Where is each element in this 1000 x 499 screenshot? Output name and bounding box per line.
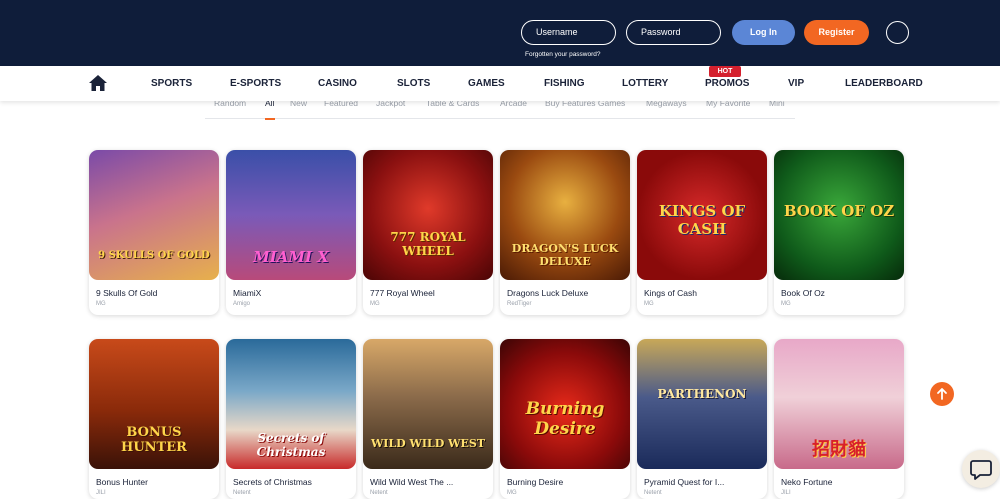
game-card-777-royal-wheel[interactable]: 777 ROYAL WHEEL 777 Royal Wheel MG <box>363 150 493 315</box>
game-provider: Netent <box>370 490 388 496</box>
game-thumbnail[interactable]: BOOK OF OZ <box>774 150 904 280</box>
game-card-wild-wild-west[interactable]: WILD WILD WEST Wild Wild West The ... Ne… <box>363 339 493 499</box>
game-title: 777 Royal Wheel <box>370 288 435 298</box>
game-provider: MG <box>781 301 791 307</box>
game-card-book-of-oz[interactable]: BOOK OF OZ Book Of Oz MG <box>774 150 904 315</box>
home-icon[interactable] <box>89 75 107 91</box>
game-art-title: 9 SKULLS OF GOLD <box>98 250 210 261</box>
game-thumbnail[interactable]: 招財貓 <box>774 339 904 469</box>
game-card-secrets-of-christmas[interactable]: Secrets of Christmas Secrets of Christma… <box>226 339 356 499</box>
game-title: MiamiX <box>233 288 262 298</box>
nav-fishing[interactable]: FISHING <box>544 66 585 101</box>
active-tab-indicator <box>265 118 275 120</box>
game-provider: JILI <box>781 490 791 496</box>
game-title: Pyramid Quest for I... <box>644 477 725 487</box>
live-chat-button[interactable] <box>962 450 1000 488</box>
game-art-title: BOOK OF OZ <box>783 202 895 220</box>
chat-icon <box>970 460 992 480</box>
nav-slots[interactable]: SLOTS <box>397 66 430 101</box>
game-thumbnail[interactable]: MIAMI X <box>226 150 356 280</box>
nav-games[interactable]: GAMES <box>468 66 505 101</box>
game-provider: MG <box>507 490 517 496</box>
game-provider: MG <box>644 301 654 307</box>
game-title: Secrets of Christmas <box>233 477 312 487</box>
game-title: Neko Fortune <box>781 477 833 487</box>
password-input[interactable]: Password <box>626 20 721 45</box>
nav-leaderboard[interactable]: LEADERBOARD <box>845 66 923 101</box>
game-title: 9 Skulls Of Gold <box>96 288 158 298</box>
arrow-up-icon <box>937 388 947 400</box>
game-art-title: 777 ROYAL WHEEL <box>390 230 466 258</box>
game-art-title: MIAMI X <box>253 248 329 266</box>
nav-lottery[interactable]: LOTTERY <box>622 66 668 101</box>
top-header: Username Password Log In Register Forgot… <box>0 0 1000 66</box>
game-thumbnail[interactable]: Burning Desire <box>500 339 630 469</box>
game-thumbnail[interactable]: PARTHENON <box>637 339 767 469</box>
game-art-title: BONUS HUNTER <box>121 425 187 455</box>
language-selector-button[interactable] <box>886 21 909 44</box>
game-provider: Amigo <box>233 301 251 307</box>
game-card-pyramid-quest[interactable]: PARTHENON Pyramid Quest for I... Netent <box>637 339 767 499</box>
login-button[interactable]: Log In <box>732 20 795 45</box>
game-title: Dragons Luck Deluxe <box>507 288 589 298</box>
scroll-to-top-button[interactable] <box>930 382 954 406</box>
game-thumbnail[interactable]: 9 SKULLS OF GOLD <box>89 150 219 280</box>
game-art-title: 招財貓 <box>812 439 866 460</box>
forgot-password-link[interactable]: Forgotten your password? <box>525 51 601 58</box>
game-card-miamix[interactable]: MIAMI X MiamiX Amigo <box>226 150 356 315</box>
nav-casino[interactable]: CASINO <box>318 66 357 101</box>
game-title: Wild Wild West The ... <box>370 477 454 487</box>
game-card-9-skulls-of-gold[interactable]: 9 SKULLS OF GOLD 9 Skulls Of Gold MG <box>89 150 219 315</box>
game-card-dragons-luck-deluxe[interactable]: DRAGON'S LUCK DELUXE Dragons Luck Deluxe… <box>500 150 630 315</box>
game-card-bonus-hunter[interactable]: BONUS HUNTER Bonus Hunter JILI <box>89 339 219 499</box>
game-thumbnail[interactable]: WILD WILD WEST <box>363 339 493 469</box>
game-provider: MG <box>96 301 106 307</box>
game-provider: RedTiger <box>507 301 532 307</box>
game-art-title: Burning Desire <box>525 399 605 439</box>
nav-sports[interactable]: SPORTS <box>151 66 192 101</box>
game-title: Bonus Hunter <box>96 477 148 487</box>
game-card-kings-of-cash[interactable]: KINGS OF CASH Kings of Cash MG <box>637 150 767 315</box>
game-provider: MG <box>370 301 380 307</box>
game-art-title: PARTHENON <box>657 387 747 401</box>
game-thumbnail[interactable]: KINGS OF CASH <box>637 150 767 280</box>
game-art-title: Secrets of Christmas <box>256 431 326 459</box>
game-title: Burning Desire <box>507 477 564 487</box>
game-art-title: KINGS OF CASH <box>658 202 746 238</box>
game-provider: JILI <box>96 490 106 496</box>
register-button[interactable]: Register <box>804 20 869 45</box>
game-card-neko-fortune[interactable]: 招財貓 Neko Fortune JILI <box>774 339 904 499</box>
game-title: Kings of Cash <box>644 288 697 298</box>
game-provider: Netent <box>233 490 251 496</box>
nav-vip[interactable]: VIP <box>788 66 804 101</box>
hot-badge: HOT <box>709 66 741 77</box>
game-thumbnail[interactable]: 777 ROYAL WHEEL <box>363 150 493 280</box>
game-card-burning-desire[interactable]: Burning Desire Burning Desire MG <box>500 339 630 499</box>
game-art-title: DRAGON'S LUCK DELUXE <box>511 242 619 268</box>
game-thumbnail[interactable]: DRAGON'S LUCK DELUXE <box>500 150 630 280</box>
username-input[interactable]: Username <box>521 20 616 45</box>
main-nav: SPORTS E-SPORTS CASINO SLOTS GAMES FISHI… <box>0 66 1000 101</box>
game-thumbnail[interactable]: BONUS HUNTER <box>89 339 219 469</box>
game-art-title: WILD WILD WEST <box>370 437 486 450</box>
game-provider: Netent <box>644 490 662 496</box>
nav-esports[interactable]: E-SPORTS <box>230 66 281 101</box>
game-title: Book Of Oz <box>781 288 825 298</box>
game-thumbnail[interactable]: Secrets of Christmas <box>226 339 356 469</box>
